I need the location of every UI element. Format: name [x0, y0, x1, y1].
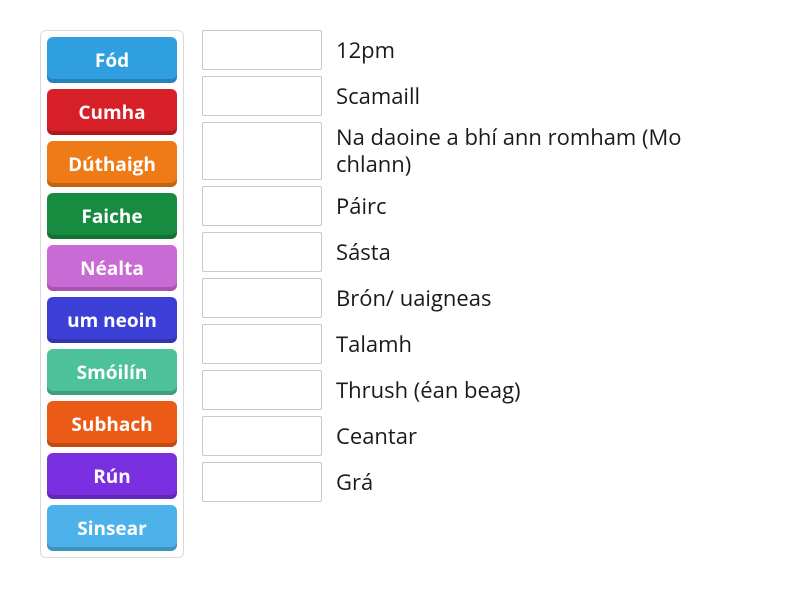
drop-target[interactable]	[202, 186, 322, 226]
definition-text: Ceantar	[336, 423, 417, 450]
definition-text: Scamaill	[336, 83, 420, 110]
definition-text: 12pm	[336, 37, 395, 64]
definition-row: Na daoine a bhí ann romham (Mo chlann)	[202, 122, 736, 180]
match-game: Fód Cumha Dúthaigh Faiche Néalta um neoi…	[40, 30, 760, 558]
tile-subhach[interactable]: Subhach	[47, 401, 177, 447]
drop-target[interactable]	[202, 278, 322, 318]
definition-row: Ceantar	[202, 416, 736, 456]
definition-text: Páirc	[336, 193, 387, 220]
definition-row: Thrush (éan beag)	[202, 370, 736, 410]
definition-column: 12pm Scamaill Na daoine a bhí ann romham…	[202, 30, 736, 502]
definition-row: Sásta	[202, 232, 736, 272]
definition-text: Brón/ uaigneas	[336, 285, 491, 312]
definition-text: Sásta	[336, 239, 391, 266]
tile-fod[interactable]: Fód	[47, 37, 177, 83]
definition-text: Grá	[336, 469, 373, 496]
drop-target[interactable]	[202, 122, 322, 180]
definition-row: Grá	[202, 462, 736, 502]
definition-row: Scamaill	[202, 76, 736, 116]
drop-target[interactable]	[202, 76, 322, 116]
tile-run[interactable]: Rún	[47, 453, 177, 499]
drop-target[interactable]	[202, 30, 322, 70]
definition-text: Na daoine a bhí ann romham (Mo chlann)	[336, 124, 736, 178]
drop-target[interactable]	[202, 232, 322, 272]
tile-cumha[interactable]: Cumha	[47, 89, 177, 135]
tile-duthaigh[interactable]: Dúthaigh	[47, 141, 177, 187]
tile-palette: Fód Cumha Dúthaigh Faiche Néalta um neoi…	[40, 30, 184, 558]
drop-target[interactable]	[202, 324, 322, 364]
definition-row: Brón/ uaigneas	[202, 278, 736, 318]
tile-faiche[interactable]: Faiche	[47, 193, 177, 239]
definition-row: Talamh	[202, 324, 736, 364]
definition-row: 12pm	[202, 30, 736, 70]
drop-target[interactable]	[202, 416, 322, 456]
tile-um-neoin[interactable]: um neoin	[47, 297, 177, 343]
definition-text: Thrush (éan beag)	[336, 377, 521, 404]
drop-target[interactable]	[202, 462, 322, 502]
definition-text: Talamh	[336, 331, 412, 358]
definition-row: Páirc	[202, 186, 736, 226]
tile-sinsear[interactable]: Sinsear	[47, 505, 177, 551]
tile-smoilin[interactable]: Smóilín	[47, 349, 177, 395]
drop-target[interactable]	[202, 370, 322, 410]
tile-nealta[interactable]: Néalta	[47, 245, 177, 291]
